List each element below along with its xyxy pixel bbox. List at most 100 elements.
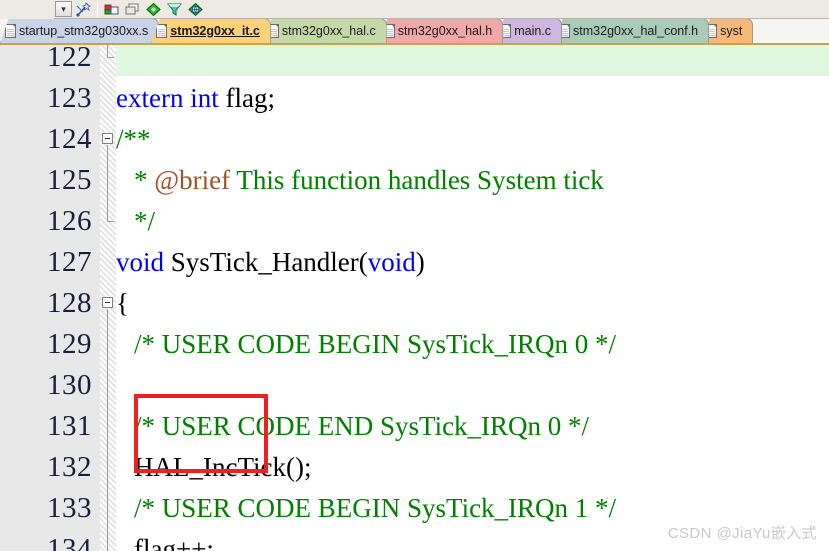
chevron-down-icon[interactable]: ▾: [55, 1, 72, 17]
code-line-text: /**: [116, 119, 151, 160]
code-line-text: {: [116, 283, 129, 324]
copy-windows-icon[interactable]: [123, 1, 142, 18]
code-line[interactable]: 129 /* USER CODE BEGIN SysTick_IRQn 0 */: [0, 324, 829, 365]
editor-tab-label: syst: [720, 24, 743, 38]
fold-guide-line: [107, 324, 108, 365]
file-icon-lines: [7, 29, 14, 36]
editor-tab-bar: startup_stm32g030xx.s stm32g0xx_it.c stm32…: [0, 19, 829, 45]
code-line[interactable]: 132 HAL_IncTick();: [0, 447, 829, 488]
code-token-pl: SysTick_Handler(: [170, 247, 368, 277]
code-line[interactable]: 131 /* USER CODE END SysTick_IRQn 0 */: [0, 406, 829, 447]
code-token-cm: /* USER CODE BEGIN SysTick_IRQn 1 */: [134, 493, 617, 523]
code-token-cm: /* USER CODE BEGIN SysTick_IRQn 0 */: [134, 329, 617, 359]
editor-tab-label: main.c: [514, 24, 552, 38]
fold-guide-line: [107, 406, 108, 447]
code-token-cm: /**: [116, 124, 151, 154]
funnel-icon[interactable]: [165, 1, 184, 18]
code-line-text: /* USER CODE BEGIN SysTick_IRQn 0 */: [134, 324, 616, 365]
editor-tab-label: stm32g0xx_hal.c: [281, 24, 376, 38]
fold-guide-line: [107, 201, 108, 221]
code-line-text: /* USER CODE BEGIN SysTick_IRQn 1 */: [134, 488, 616, 529]
line-number: 128: [47, 287, 92, 319]
line-number: 125: [47, 164, 92, 196]
code-token-kw: void: [367, 247, 416, 277]
file-icon-lines: [561, 29, 569, 36]
green-diamond-icon[interactable]: [144, 1, 163, 18]
code-token-pl: flag;: [225, 83, 275, 113]
fold-guide-line: [107, 447, 108, 488]
chevron-down-glyph: ▾: [61, 3, 66, 14]
toolbar-left-spacer: [0, 0, 54, 19]
file-icon-lines: [385, 29, 393, 36]
fold-guide-line: [107, 160, 108, 201]
code-line-text: void SysTick_Handler(void): [116, 242, 425, 283]
code-token-cm: /* USER CODE END SysTick_IRQn 0 */: [134, 411, 590, 441]
magic-wand-icon[interactable]: [74, 1, 93, 18]
code-token-kw: extern int: [116, 83, 226, 113]
editor-tab-label: stm32g0xx_it.c: [170, 24, 260, 38]
code-token-tag: @brief: [154, 165, 231, 195]
editor-tab-stm32g0xx-hal-h[interactable]: stm32g0xx_hal.h: [378, 19, 504, 43]
code-line[interactable]: 126 */: [0, 201, 829, 242]
editor-tab-stm32g0xx-hal-conf-h[interactable]: stm32g0xx_hal_conf.h: [554, 19, 710, 43]
fold-end-marker: [107, 57, 114, 58]
fold-collapse-box[interactable]: [102, 297, 113, 308]
ide-window: ▾ startup_stm32g030xx.s stm32g0xx_it.c s…: [0, 0, 829, 551]
code-token-pl: {: [116, 288, 129, 318]
code-token-kw: void: [116, 247, 171, 277]
editor-tab-stm32g0xx-it-c[interactable]: stm32g0xx_it.c: [151, 19, 271, 43]
line-number: 127: [47, 246, 92, 278]
toolbar-separator: [97, 1, 98, 17]
file-icon-lines: [502, 29, 510, 36]
globe-diamond-icon[interactable]: [186, 1, 205, 18]
file-icon-lines: [269, 29, 277, 36]
code-token-pl: ): [415, 247, 425, 277]
editor-tab-stm32g0xx-hal-c[interactable]: stm32g0xx_hal.c: [262, 19, 387, 43]
editor-tab-main-c[interactable]: main.c: [495, 19, 563, 43]
editor-tab-label: stm32g0xx_hal_conf.h: [573, 24, 699, 38]
code-line[interactable]: 128 {: [0, 283, 829, 324]
line-number: 134: [47, 533, 92, 551]
watermark: CSDN @JiaYu嵌入式: [667, 525, 817, 542]
code-token-cm: */: [134, 206, 156, 236]
code-editor[interactable]: 122 123 extern int flag; 124 /** 125 * @brief …: [0, 45, 829, 551]
code-line[interactable]: 127 void SysTick_Handler(void): [0, 242, 829, 283]
code-token-cm: This function handles System tick: [230, 165, 604, 195]
code-line[interactable]: 125 * @brief This function handles System…: [0, 160, 829, 201]
build-target-svg: [104, 4, 119, 14]
line-number: 130: [47, 369, 92, 401]
editor-tab-startup-stm32g030xx-s[interactable]: startup_stm32g030xx.s: [0, 19, 160, 43]
editor-tab-label: startup_stm32g030xx.s: [19, 24, 149, 38]
line-number: 133: [47, 492, 92, 524]
fold-guide-line: [107, 488, 108, 529]
file-document-icon: [156, 24, 168, 38]
code-token-pl: HAL_IncTick();: [134, 452, 312, 482]
copy-windows-svg: [125, 3, 139, 14]
code-line-text: extern int flag;: [116, 78, 275, 119]
code-token-cm: *: [134, 165, 155, 195]
file-icon-lines: [158, 29, 166, 36]
code-line-text: flag++;: [134, 529, 214, 551]
code-line[interactable]: 123 extern int flag;: [0, 78, 829, 119]
code-line[interactable]: 130: [0, 365, 829, 406]
file-document-icon: [5, 24, 16, 38]
line-number: 123: [47, 82, 92, 114]
code-token-pl: flag++;: [134, 534, 214, 551]
toolbar: ▾: [0, 0, 829, 19]
fold-guide-line: [107, 529, 108, 551]
fold-collapse-box[interactable]: [102, 133, 113, 144]
code-line-text: */: [134, 201, 155, 242]
fold-end-marker: [107, 221, 114, 222]
build-target-icon[interactable]: [102, 1, 121, 18]
funnel-svg: [166, 3, 183, 16]
fold-guide-line: [107, 45, 108, 57]
globe-diamond-svg: [188, 2, 203, 16]
line-number: 129: [47, 328, 92, 360]
green-diamond-svg: [146, 2, 161, 16]
code-line[interactable]: 122: [0, 45, 829, 78]
code-line[interactable]: 124 /**: [0, 119, 829, 160]
editor-tab-label: stm32g0xx_hal.h: [397, 24, 493, 38]
file-icon-lines: [708, 29, 716, 36]
code-line-text: /* USER CODE END SysTick_IRQn 0 */: [134, 406, 589, 447]
code-line-text: HAL_IncTick();: [134, 447, 311, 488]
